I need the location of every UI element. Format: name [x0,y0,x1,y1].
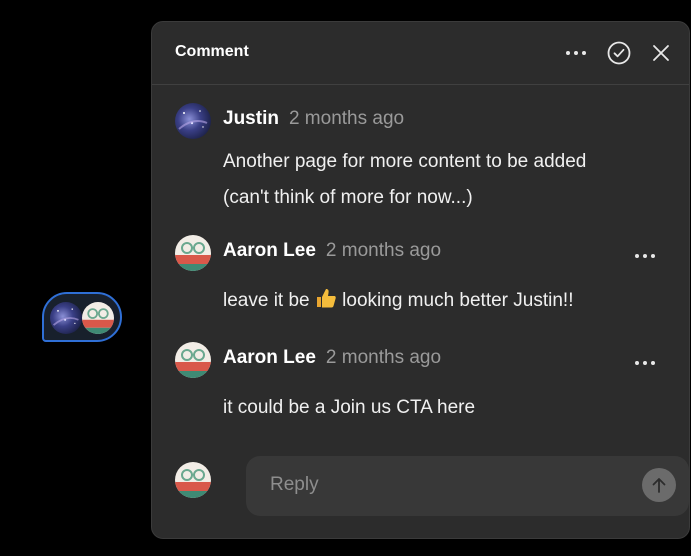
comment-timestamp: 2 months ago [325,240,442,261]
more-horizontal-icon [635,254,655,258]
resolve-button[interactable] [605,39,633,67]
thumbs-up-icon [315,286,337,322]
comment-text-line: (can't think of more for now...) [223,187,473,208]
comment-more-button[interactable] [635,361,655,365]
comment-body: leave it be looking much better Justin!! [223,283,663,322]
avatar-justin [175,103,211,139]
avatar-aaron-lee [82,302,114,334]
comment-meta: Justin 2 months ago [223,108,404,130]
arrow-up-icon [652,478,666,493]
comment-text-line: Another page for more content to be adde… [223,151,587,172]
close-button[interactable] [647,39,675,67]
comment-meta: Aaron Lee 2 months ago [223,347,441,369]
comment-text: leave it be [223,290,315,311]
check-circle-icon [607,41,631,65]
comment-timestamp: 2 months ago [288,108,405,129]
comment-more-button[interactable] [635,254,655,258]
more-options-button[interactable] [562,39,590,67]
panel-title: Comment [175,43,249,60]
comment-text: looking much better Justin!! [336,290,574,311]
comment-body: it could be a Join us CTA here [223,397,476,418]
avatar-justin [50,302,82,334]
comment-timestamp: 2 months ago [325,347,442,368]
comment-author: Justin [223,108,279,129]
panel-header: Comment [152,22,689,85]
reply-input[interactable]: Reply [246,456,689,516]
avatar-current-user [175,462,211,498]
close-icon [653,45,669,61]
comment-body: Another page for more content to be adde… [223,144,663,216]
comment-thread-pin[interactable] [42,292,122,342]
more-horizontal-icon [635,361,655,365]
comment-author: Aaron Lee [223,347,316,368]
comment-author: Aaron Lee [223,240,316,261]
comment-meta: Aaron Lee 2 months ago [223,240,441,262]
more-horizontal-icon [566,51,586,55]
comment-panel: Comment Justin 2 months ago Another page… [151,21,690,539]
avatar-aaron-lee [175,235,211,271]
avatar-aaron-lee [175,342,211,378]
reply-placeholder: Reply [270,474,319,495]
send-reply-button[interactable] [642,468,676,502]
